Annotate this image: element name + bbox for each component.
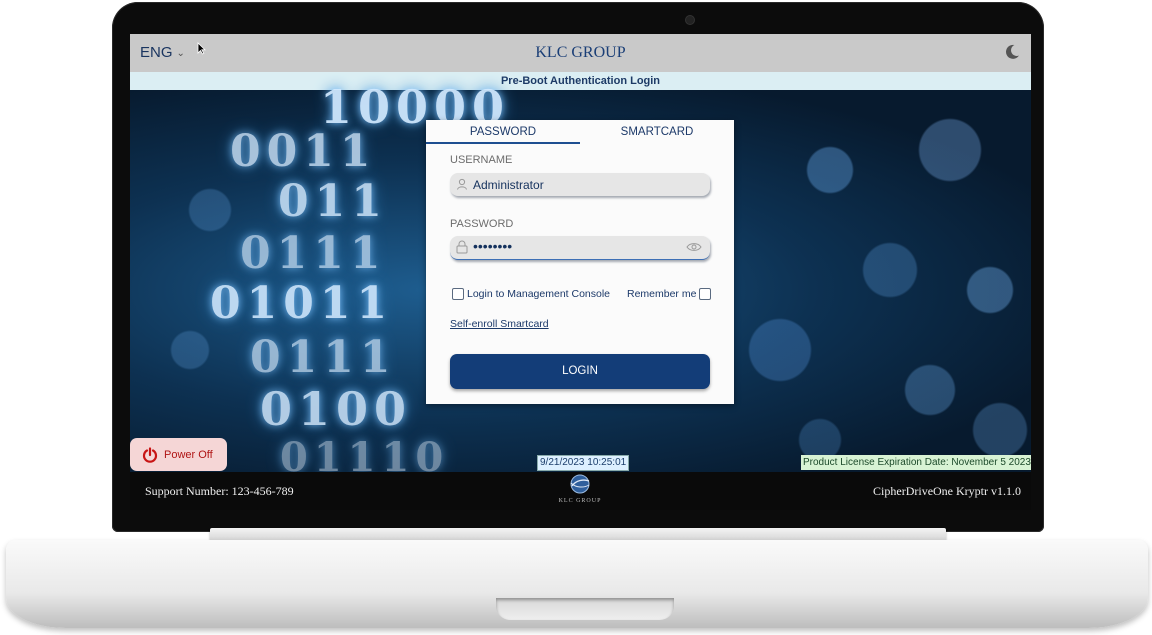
webcam: [686, 16, 694, 24]
username-value: Administrator: [473, 178, 544, 192]
login-card: PASSWORD SMARTCARD USERNAME Administrato…: [426, 120, 734, 404]
management-console-label: Login to Management Console: [467, 288, 611, 300]
page-title: Pre-Boot Authentication Login: [130, 72, 1031, 90]
power-icon: [142, 446, 158, 463]
support-number: Support Number: 123-456-789: [145, 484, 294, 498]
tab-password[interactable]: PASSWORD: [426, 126, 580, 138]
footer-bar: Support Number: 123-456-789 KLC GROUP Ci…: [130, 472, 1031, 510]
active-tab-indicator: [426, 142, 580, 144]
password-field[interactable]: ••••••••: [450, 236, 710, 260]
remember-me-checkbox[interactable]: Remember me: [627, 288, 712, 300]
eye-icon[interactable]: [686, 242, 702, 252]
auth-tabs: PASSWORD SMARTCARD: [426, 120, 734, 144]
password-value: ••••••••: [473, 238, 513, 254]
checkbox-box[interactable]: [699, 288, 712, 300]
binary-digits: 0100: [260, 382, 413, 436]
screen: ENG ⌄ KLC GROUP Pre-Boot Authentication …: [130, 34, 1031, 510]
username-label: USERNAME: [450, 154, 513, 166]
username-field[interactable]: Administrator: [450, 173, 710, 196]
tab-smartcard[interactable]: SMARTCARD: [580, 126, 734, 138]
password-label: PASSWORD: [450, 218, 514, 230]
power-off-button[interactable]: Power Off: [130, 438, 227, 471]
checkbox-box[interactable]: [452, 288, 464, 300]
binary-digits: 0111: [240, 228, 387, 279]
lock-icon: [456, 240, 468, 254]
binary-digits: 011: [278, 176, 388, 227]
binary-digits: 01011: [210, 278, 394, 329]
top-bar: ENG ⌄ KLC GROUP: [130, 34, 1031, 72]
moon-icon[interactable]: [1003, 43, 1021, 61]
remember-me-label: Remember me: [627, 288, 697, 300]
management-console-checkbox[interactable]: Login to Management Console: [452, 288, 610, 300]
binary-digits: 0111: [250, 332, 397, 383]
brand-title: KLC GROUP: [535, 44, 626, 61]
power-off-label: Power Off: [164, 448, 213, 461]
klc-logo-icon: [570, 474, 590, 494]
user-icon: [457, 178, 467, 190]
datetime-display: 9/21/2023 10:25:01: [537, 455, 630, 471]
product-version: CipherDriveOne Kryptr v1.1.0: [873, 484, 1021, 498]
laptop-notch: [496, 598, 674, 620]
license-expiration: Product License Expiration Date: Novembe…: [801, 455, 1031, 470]
self-enroll-link[interactable]: Self-enroll Smartcard: [450, 318, 549, 330]
login-button[interactable]: LOGIN: [450, 354, 710, 389]
binary-digits: 0011: [230, 126, 377, 177]
logo-text: KLC GROUP: [558, 498, 602, 504]
